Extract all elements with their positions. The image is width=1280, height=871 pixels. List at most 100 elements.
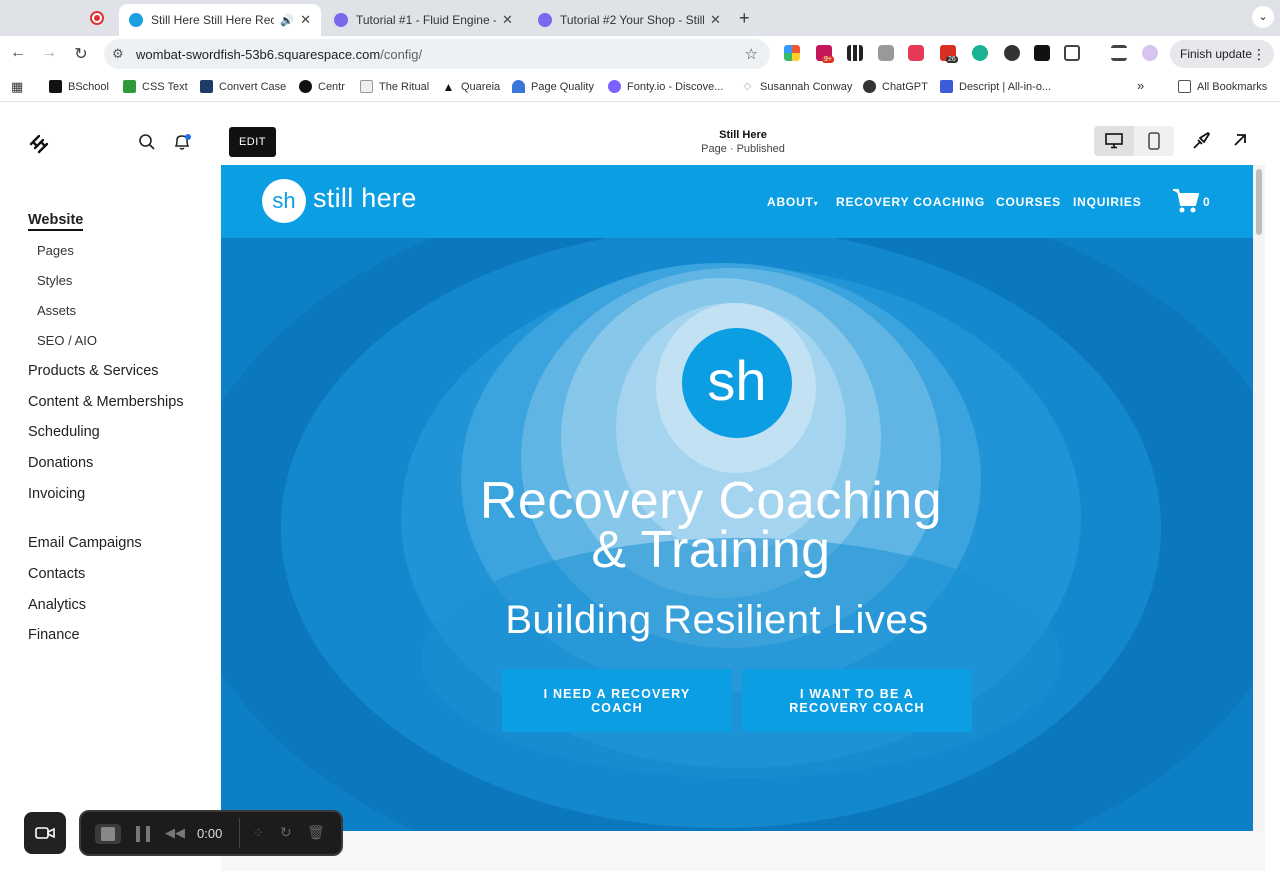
recorder-camera-button[interactable] <box>24 812 66 854</box>
all-bookmarks-folder[interactable]: All Bookmarks <box>1178 80 1267 93</box>
url-text[interactable]: wombat-swordfish-53b6.squarespace.com/co… <box>136 47 422 62</box>
address-bar[interactable]: ⚙ wombat-swordfish-53b6.squarespace.com/… <box>104 39 770 69</box>
site-info-icon[interactable]: ⚙ <box>112 46 124 62</box>
bookmark-page-quality[interactable]: Page Quality <box>512 80 594 93</box>
rewind-icon[interactable]: ◀◀ <box>165 825 185 841</box>
close-tab-icon[interactable]: ✕ <box>300 12 311 28</box>
preview-scrollbar[interactable] <box>1253 165 1265 831</box>
sidebar-item-finance[interactable]: Finance <box>28 627 80 643</box>
back-arrow-icon[interactable]: ← <box>8 44 28 62</box>
trash-icon[interactable]: 🗑 <box>307 824 325 841</box>
tab-still-here[interactable]: Still Here Still Here Recov 🔊 ✕ <box>119 4 321 36</box>
sidebar-item-assets[interactable]: Assets <box>37 303 76 318</box>
w-icon <box>123 80 136 93</box>
new-tab-icon[interactable]: + <box>739 8 750 29</box>
bschool-icon <box>49 80 62 93</box>
site-logo[interactable]: sh <box>262 179 306 223</box>
mobile-icon <box>1148 132 1160 150</box>
tab-tutorial-2[interactable]: Tutorial #2 Your Shop - Still H ✕ <box>528 4 734 36</box>
sidebar-item-products-services[interactable]: Products & Services <box>28 363 159 379</box>
bookmark-the-ritual[interactable]: The Ritual <box>360 80 429 93</box>
bookmark-susannah-conway[interactable]: ◇ Susannah Conway <box>741 80 853 93</box>
bookmark-descript[interactable]: Descript | All-in-o... <box>940 80 1051 93</box>
grid-dots-icon[interactable]: ⁘ <box>253 825 264 841</box>
sidebar-item-analytics[interactable]: Analytics <box>28 597 86 613</box>
bookmark-label: The Ritual <box>379 80 430 93</box>
camera-extension-icon[interactable] <box>878 45 894 61</box>
apps-grid-icon[interactable]: ▦ <box>11 79 23 95</box>
divider <box>239 818 240 848</box>
pause-icon[interactable] <box>136 826 150 842</box>
tutorial-favicon-icon <box>334 13 348 27</box>
mobile-view-button[interactable] <box>1134 126 1174 156</box>
scrollbar-thumb[interactable] <box>1256 169 1262 235</box>
bookmark-css-text[interactable]: CSS Text <box>123 80 188 93</box>
nav-about[interactable]: ABOUT▾ <box>767 195 819 209</box>
recording-timer: 0:00 <box>197 826 223 841</box>
site-name[interactable]: still here <box>313 183 417 214</box>
bookmark-convert-case[interactable]: Convert Case <box>200 80 286 93</box>
bookmark-chatgpt[interactable]: ChatGPT <box>863 80 928 93</box>
become-coach-button[interactable]: I WANT TO BE A RECOVERY COACH <box>742 669 972 732</box>
notifications-bell-icon[interactable] <box>172 132 192 152</box>
cart-icon[interactable] <box>1172 187 1200 215</box>
squarespace-sidebar: Website Pages Styles Assets SEO / AIO Pr… <box>0 103 216 871</box>
tab-tutorial-1[interactable]: Tutorial #1 - Fluid Engine - St ✕ <box>324 4 524 36</box>
sidebar-item-donations[interactable]: Donations <box>28 455 93 471</box>
sidebar-item-seo[interactable]: SEO / AIO <box>37 333 97 348</box>
sidebar-item-content-memberships[interactable]: Content & Memberships <box>28 394 184 410</box>
more-bookmarks-chevron-icon[interactable]: » <box>1137 78 1144 93</box>
bookmark-fonty[interactable]: Fonty.io - Discove... <box>608 80 723 93</box>
device-view-toggle <box>1094 126 1174 156</box>
forward-arrow-icon[interactable]: → <box>39 44 59 62</box>
pocket-extension-icon[interactable] <box>908 45 924 61</box>
recording-indicator-icon[interactable] <box>90 11 104 25</box>
need-coach-button[interactable]: I NEED A RECOVERY COACH <box>502 669 732 732</box>
bookmark-centr[interactable]: Centr <box>299 80 345 93</box>
close-tab-icon[interactable]: ✕ <box>710 12 721 28</box>
more-menu-icon[interactable]: ⋮ <box>1252 40 1266 68</box>
descript-icon <box>940 80 953 93</box>
tab-title: Tutorial #1 - Fluid Engine - St <box>356 13 496 27</box>
tab-search-chevron-icon[interactable]: ⌄ <box>1252 6 1274 28</box>
bookmark-quareia[interactable]: ▲ Quareia <box>442 80 501 94</box>
bookmark-label: BSchool <box>68 80 109 93</box>
m-extension-icon[interactable] <box>972 45 988 61</box>
close-tab-icon[interactable]: ✕ <box>502 12 513 28</box>
reload-icon[interactable]: ↻ <box>71 44 91 64</box>
desktop-view-button[interactable] <box>1094 126 1134 156</box>
stop-recording-button[interactable] <box>95 824 121 844</box>
design-brush-icon[interactable] <box>1191 131 1211 151</box>
sidebar-item-email-campaigns[interactable]: Email Campaigns <box>28 535 142 551</box>
bookmark-bschool[interactable]: BSchool <box>49 80 109 93</box>
search-icon[interactable] <box>138 133 156 151</box>
profile-avatar-icon[interactable] <box>1142 45 1158 61</box>
open-external-arrow-icon[interactable] <box>1231 131 1249 149</box>
sidebar-item-pages[interactable]: Pages <box>37 243 74 258</box>
sidebar-item-invoicing[interactable]: Invoicing <box>28 486 85 502</box>
sidebar-item-website[interactable]: Website <box>28 212 84 231</box>
nav-inquiries[interactable]: INQUIRIES <box>1073 195 1142 209</box>
restart-icon[interactable]: ↻ <box>280 824 292 841</box>
sidebar-item-contacts[interactable]: Contacts <box>28 566 85 582</box>
site-preview[interactable]: sh still here ABOUT▾ RECOVERY COACHING C… <box>221 165 1253 831</box>
media-controls-icon[interactable] <box>1111 45 1127 61</box>
puzzle-extensions-icon[interactable] <box>1064 45 1080 61</box>
site-header: sh still here ABOUT▾ RECOVERY COACHING C… <box>221 165 1253 238</box>
font-extension-icon[interactable] <box>1034 45 1050 61</box>
sidebar-item-scheduling[interactable]: Scheduling <box>28 424 100 440</box>
color-extension-icon[interactable] <box>784 45 800 61</box>
finish-update-button[interactable]: Finish update ⋮ <box>1170 40 1274 68</box>
extension-badge-count: 9+ <box>822 56 834 63</box>
grid-extension-icon[interactable] <box>847 45 863 61</box>
extension-icon[interactable] <box>1004 45 1020 61</box>
bookmark-star-icon[interactable]: ☆ <box>745 45 758 63</box>
speaker-icon[interactable]: 🔊 <box>280 14 294 27</box>
sidebar-item-styles[interactable]: Styles <box>37 273 72 288</box>
stop-icon <box>101 827 115 841</box>
nav-recovery-coaching[interactable]: RECOVERY COACHING <box>836 195 985 209</box>
nav-courses[interactable]: COURSES <box>996 195 1061 209</box>
bookmark-label: Quareia <box>461 80 501 93</box>
browser-toolbar: ← → ↻ ⚙ wombat-swordfish-53b6.squarespac… <box>0 36 1280 72</box>
squarespace-logo-icon[interactable] <box>28 133 50 155</box>
